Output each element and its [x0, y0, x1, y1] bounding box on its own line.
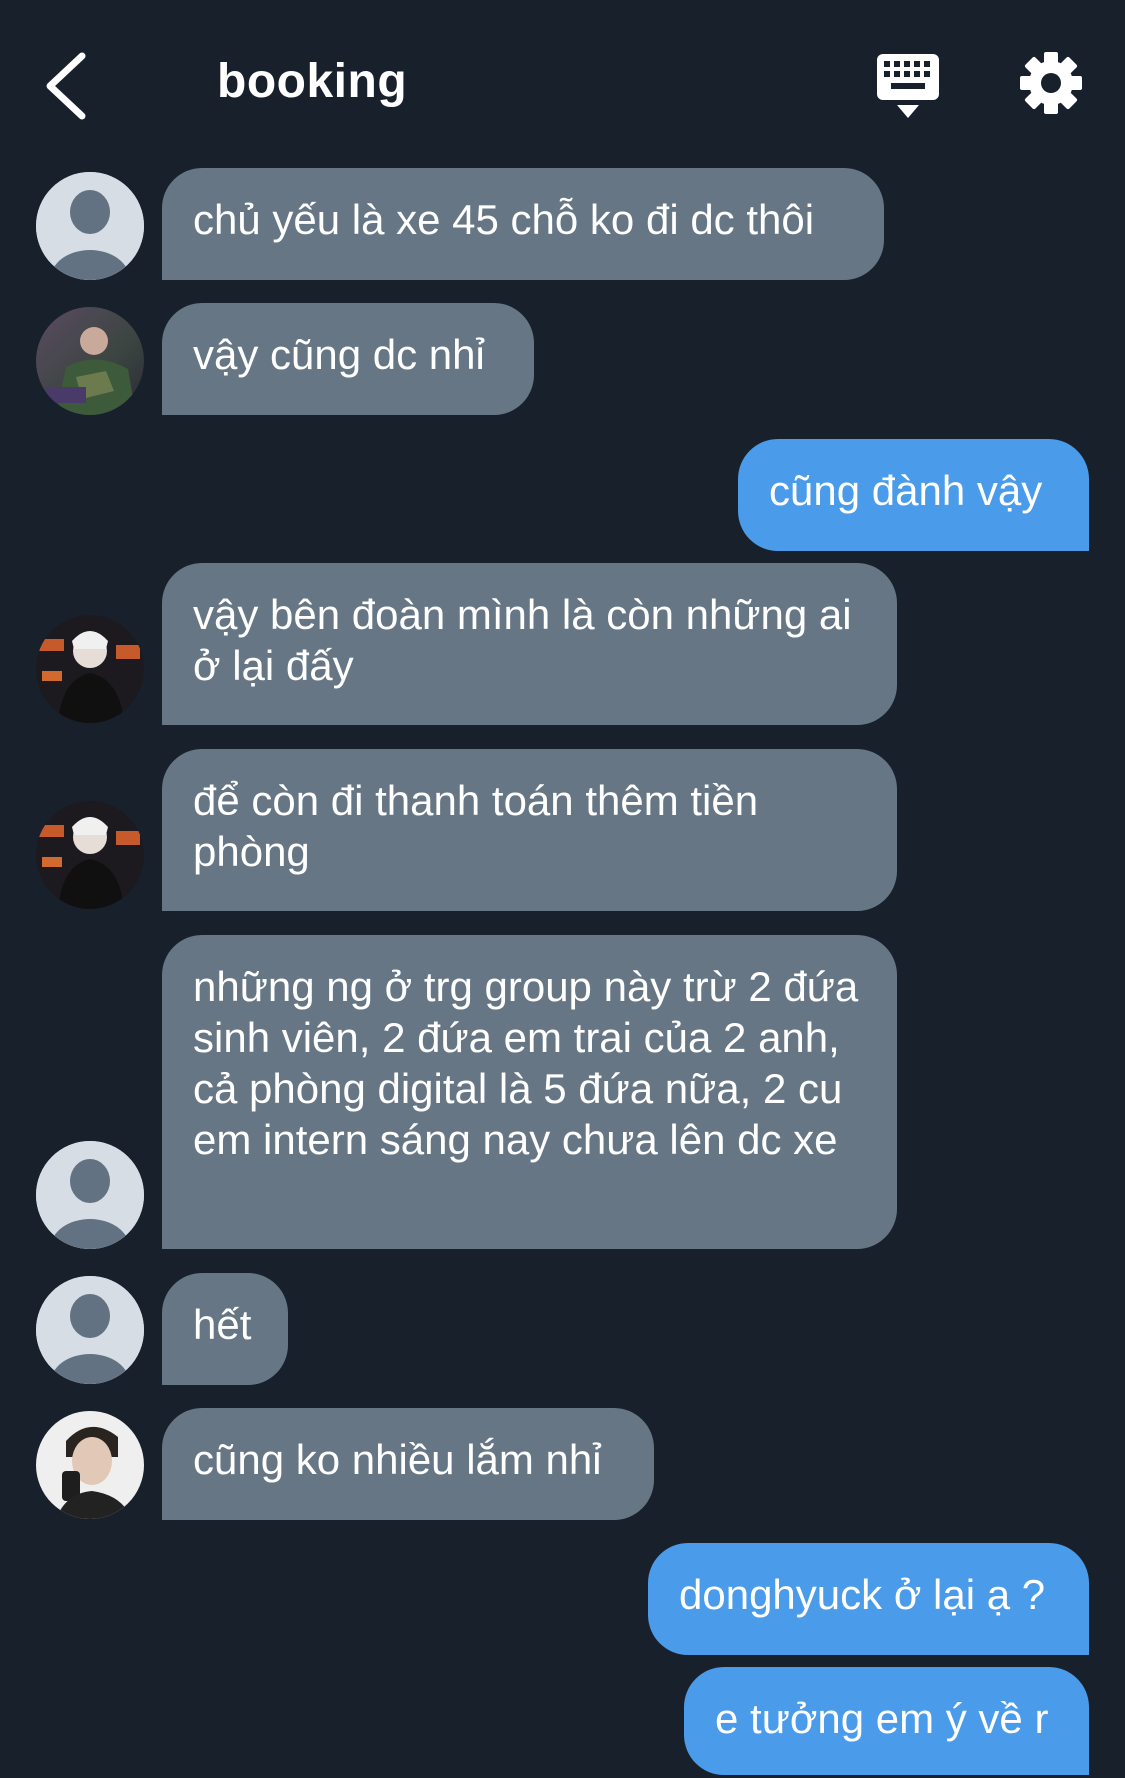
message-bubble[interactable]: hết [162, 1273, 288, 1385]
profile-photo-icon [36, 801, 144, 909]
placeholder-avatar[interactable] [36, 172, 144, 280]
settings-button[interactable] [1018, 50, 1084, 116]
profile-photo-icon [36, 615, 144, 723]
message-bubble[interactable]: vậy bên đoàn mình là còn những ai ở lại … [162, 563, 897, 725]
keyboard-button[interactable] [875, 52, 941, 120]
message-bubble[interactable]: chủ yếu là xe 45 chỗ ko đi dc thôi [162, 168, 884, 280]
chevron-left-icon [46, 52, 86, 120]
placeholder-avatar[interactable] [36, 1276, 144, 1384]
photo-avatar-2[interactable] [36, 615, 144, 723]
placeholder-avatar[interactable] [36, 1141, 144, 1249]
message-bubble-outgoing[interactable]: cũng đành vậy [738, 439, 1089, 551]
keyboard-icon [877, 54, 939, 118]
photo-avatar-3[interactable] [36, 1411, 144, 1519]
profile-photo-icon [36, 307, 144, 415]
message-bubble-outgoing[interactable]: donghyuck ở lại ạ ? [648, 1543, 1089, 1655]
message-bubble[interactable]: để còn đi thanh toán thêm tiền phòng [162, 749, 897, 911]
message-bubble[interactable]: cũng ko nhiều lắm nhỉ [162, 1408, 654, 1520]
user-silhouette-icon [36, 172, 144, 280]
chat-screen: booking chủ yếu là xe 45 chỗ ko đi dc th… [0, 0, 1125, 1778]
user-silhouette-icon [36, 1141, 144, 1249]
user-silhouette-icon [36, 1276, 144, 1384]
message-bubble-outgoing[interactable]: e tưởng em ý về r [684, 1667, 1089, 1775]
profile-photo-icon [36, 1411, 144, 1519]
back-button[interactable] [38, 48, 98, 123]
message-bubble[interactable]: vậy cũng dc nhỉ [162, 303, 534, 415]
photo-avatar-2[interactable] [36, 801, 144, 909]
message-bubble[interactable]: những ng ở trg group này trừ 2 đứa sinh … [162, 935, 897, 1249]
gear-icon [1020, 52, 1082, 114]
chat-title: booking [217, 55, 408, 108]
chat-header: booking [0, 0, 1125, 160]
photo-avatar-1[interactable] [36, 307, 144, 415]
